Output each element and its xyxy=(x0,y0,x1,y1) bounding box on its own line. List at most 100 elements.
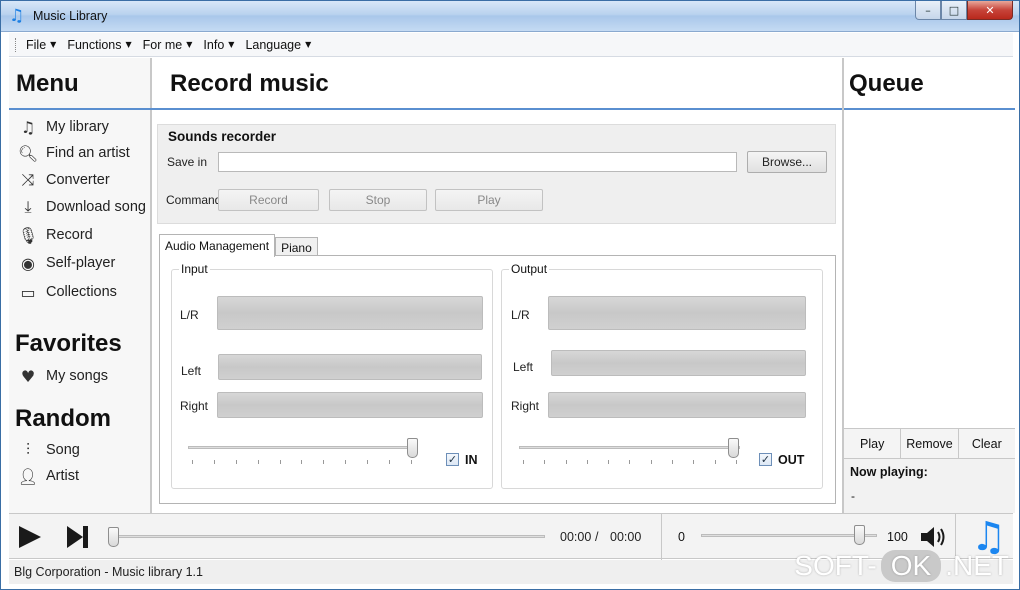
output-right-label: Right xyxy=(511,399,540,413)
seek-thumb[interactable] xyxy=(108,527,119,547)
page-title: Record music xyxy=(170,70,329,97)
output-lr-label: L/R xyxy=(511,308,530,322)
disc-icon: ◉ xyxy=(21,253,35,273)
play-icon[interactable] xyxy=(19,526,41,548)
input-lr-meter xyxy=(217,296,483,330)
save-in-label: Save in xyxy=(167,155,208,169)
tab-audio-management[interactable]: Audio Management xyxy=(159,234,276,257)
volume-thumb[interactable] xyxy=(854,525,866,545)
title-bar[interactable]: ♫ Music Library – □ ✕ xyxy=(1,1,1019,32)
chevron-down-icon: ▼ xyxy=(305,40,312,49)
search-icon: 🔍︎ xyxy=(17,143,39,163)
elapsed-time: 00:00 xyxy=(560,530,592,544)
window-title: Music Library xyxy=(33,9,108,23)
record-button[interactable]: Record xyxy=(218,189,319,211)
volume-min: 0 xyxy=(678,530,685,544)
output-lr-meter xyxy=(548,296,806,330)
sidebar-item-label: My songs xyxy=(46,368,109,384)
menu-for-me[interactable]: For me ▼ xyxy=(143,38,193,52)
queue-buttons: Play Remove Clear xyxy=(844,428,1015,458)
person-icon: 👤︎ xyxy=(17,466,39,486)
sidebar-item-my-library[interactable]: ♫ My library xyxy=(17,116,109,138)
speaker-icon[interactable] xyxy=(919,524,949,550)
input-checkbox-label: IN xyxy=(465,453,478,467)
sidebar-item-artist[interactable]: 👤︎ Artist xyxy=(17,465,79,487)
sidebar-item-download-song[interactable]: ⤓ Download song xyxy=(17,196,146,218)
chevron-down-icon: ▼ xyxy=(228,40,235,49)
watermark-right: .NET xyxy=(945,550,1009,581)
input-checkbox[interactable]: ✓ xyxy=(446,453,459,466)
sidebar-item-self-player[interactable]: ◉ Self-player xyxy=(17,252,115,274)
watermark-left: SOFT- xyxy=(794,550,877,581)
sidebar-item-song[interactable]: ⫶ Song xyxy=(17,439,80,461)
output-slider-ticks xyxy=(523,460,737,464)
output-slider-track xyxy=(519,446,740,449)
browse-button[interactable]: Browse... xyxy=(747,151,827,173)
output-slider-thumb[interactable] xyxy=(728,438,739,458)
output-right-meter xyxy=(548,392,806,418)
sidebar-item-find-artist[interactable]: 🔍︎ Find an artist xyxy=(17,142,130,164)
main-panel: Record music Sounds recorder Save in Bro… xyxy=(152,58,842,513)
random-title: Random xyxy=(15,405,111,432)
menu-file[interactable]: File ▼ xyxy=(26,38,56,52)
play-button[interactable]: Play xyxy=(435,189,543,211)
now-playing-value: - xyxy=(851,489,855,503)
queue-list[interactable] xyxy=(844,110,1013,428)
input-group-title: Input xyxy=(179,262,210,276)
input-slider-track xyxy=(188,446,412,449)
tab-piano[interactable]: Piano xyxy=(275,237,318,257)
now-playing-box: Now playing: - xyxy=(844,458,1015,513)
menu-language-label: Language xyxy=(245,37,302,52)
sidebar-item-my-songs[interactable]: ♥ My songs xyxy=(17,365,108,387)
menu-info[interactable]: Info ▼ xyxy=(203,38,234,52)
client-area: Menu ♫ My library 🔍︎ Find an artist ⤨ Conve… xyxy=(9,58,1015,513)
waveform-icon: ⫶ xyxy=(25,440,30,459)
favorites-title: Favorites xyxy=(15,330,122,357)
sidebar-item-label: My library xyxy=(46,119,109,135)
volume-max: 100 xyxy=(887,530,908,544)
sidebar-item-label: Download song xyxy=(46,199,146,215)
sidebar-title: Menu xyxy=(16,70,79,97)
sidebar-item-converter[interactable]: ⤨ Converter xyxy=(17,169,110,191)
chevron-down-icon: ▼ xyxy=(186,40,193,49)
sidebar-item-collections[interactable]: ▭ Collections xyxy=(17,281,116,303)
output-checkbox-label: OUT xyxy=(778,453,805,467)
menu-functions-label: Functions xyxy=(67,37,122,52)
input-slider-thumb[interactable] xyxy=(407,438,418,458)
input-group: Input L/R Left Right ✓ IN xyxy=(171,262,493,489)
queue-panel: Queue Play Remove Clear Now playing: - xyxy=(842,58,1015,513)
input-right-label: Right xyxy=(180,399,209,413)
volume-track xyxy=(701,534,877,537)
now-playing-label: Now playing: xyxy=(850,465,928,479)
next-track-icon[interactable] xyxy=(67,526,89,548)
queue-clear-button[interactable]: Clear xyxy=(958,429,1015,458)
stop-button[interactable]: Stop xyxy=(329,189,427,211)
sidebar-item-label: Find an artist xyxy=(46,145,130,161)
sidebar-item-label: Converter xyxy=(46,172,110,188)
maximize-button[interactable]: □ xyxy=(941,1,967,20)
sidebar-item-record[interactable]: 🎙︎ Record xyxy=(17,224,93,246)
sidebar-item-label: Record xyxy=(46,227,93,243)
queue-title: Queue xyxy=(849,70,924,97)
output-group: Output L/R Left Right ✓ OUT xyxy=(501,262,823,489)
output-checkbox[interactable]: ✓ xyxy=(759,453,772,466)
menu-functions[interactable]: Functions ▼ xyxy=(67,38,131,52)
shuffle-icon: ⤨ xyxy=(21,170,35,189)
input-right-meter xyxy=(217,392,483,418)
close-button[interactable]: ✕ xyxy=(967,1,1013,20)
queue-play-button[interactable]: Play xyxy=(844,429,902,458)
watermark-mid: OK xyxy=(880,550,942,582)
download-icon: ⤓ xyxy=(24,197,32,216)
recorder-title: Sounds recorder xyxy=(168,129,277,144)
watermark: SOFT- OK .NET xyxy=(794,550,1009,582)
music-note-icon: ♫ xyxy=(20,117,36,137)
status-text: Blg Corporation - Music library 1.1 xyxy=(14,565,203,579)
menu-language[interactable]: Language ▼ xyxy=(245,38,311,52)
chevron-down-icon: ▼ xyxy=(125,40,132,49)
save-in-field[interactable] xyxy=(218,152,737,172)
menu-grip xyxy=(15,37,18,52)
menu-info-label: Info xyxy=(203,37,225,52)
minimize-button[interactable]: – xyxy=(915,1,941,20)
queue-remove-button[interactable]: Remove xyxy=(901,429,959,458)
command-label: Command xyxy=(166,193,222,207)
